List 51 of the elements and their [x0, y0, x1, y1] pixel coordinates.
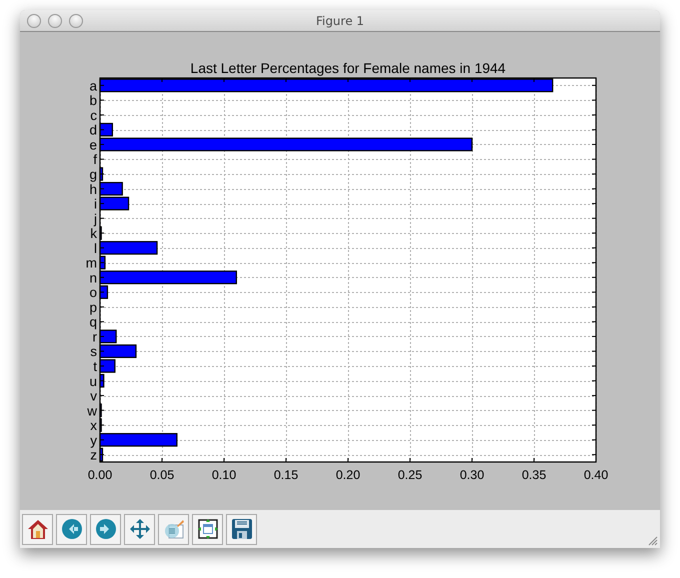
tick-label: 0.05 [150, 468, 174, 482]
tick-label: l [94, 240, 97, 256]
tick-label: g [89, 167, 97, 182]
home-icon [26, 518, 48, 540]
back-button[interactable] [56, 514, 87, 544]
tick-label: 0.30 [460, 468, 484, 482]
move-icon [128, 518, 150, 540]
tick-label: n [89, 270, 97, 286]
tick-label: c [90, 108, 97, 123]
tick-label: 0.00 [88, 468, 112, 482]
tick-label: i [94, 196, 97, 212]
tick-label: t [93, 359, 97, 374]
forward-button[interactable] [90, 514, 121, 544]
pan-button[interactable] [124, 514, 155, 544]
tick-label: f [93, 152, 97, 168]
window-control[interactable] [27, 14, 41, 28]
tick-label: y [90, 432, 97, 448]
save-button[interactable] [226, 514, 257, 544]
tick-label: s [90, 344, 97, 360]
tick-label: a [89, 78, 97, 94]
tick-label: w [87, 403, 97, 418]
tick-label: k [90, 226, 97, 242]
tick-label: m [86, 256, 97, 271]
tick-label: u [89, 374, 97, 389]
tick-label: 0.40 [584, 468, 608, 482]
tick-label: j [94, 211, 97, 226]
tick-label: r [92, 329, 97, 344]
tick-label: 0.35 [522, 468, 546, 482]
tick-label: z [90, 448, 97, 463]
window-control[interactable] [69, 14, 83, 28]
tick-label: 0.20 [336, 468, 360, 482]
tick-label: o [89, 285, 97, 300]
window-title: Figure 1 [316, 12, 364, 30]
chart-title: Last Letter Percentages for Female names in 1944 [190, 60, 506, 76]
tick-label: 0.15 [274, 468, 298, 482]
subplots-icon [196, 518, 218, 540]
magnifier-icon [162, 518, 184, 540]
window-control[interactable] [48, 14, 62, 28]
tick-label: 0.10 [212, 468, 236, 482]
tick-label: v [90, 388, 97, 404]
tick-label: p [89, 300, 97, 315]
tick-label: 0.25 [398, 468, 422, 482]
tick-label: d [89, 122, 97, 138]
tick-label: h [89, 182, 97, 197]
subplots-button[interactable] [192, 514, 223, 544]
home-button[interactable] [22, 514, 53, 544]
tick-label: e [89, 137, 97, 152]
tick-label: b [89, 93, 97, 108]
tick-label: x [90, 418, 97, 434]
resize-grip-icon[interactable] [648, 536, 658, 546]
tick-label: q [89, 314, 97, 330]
